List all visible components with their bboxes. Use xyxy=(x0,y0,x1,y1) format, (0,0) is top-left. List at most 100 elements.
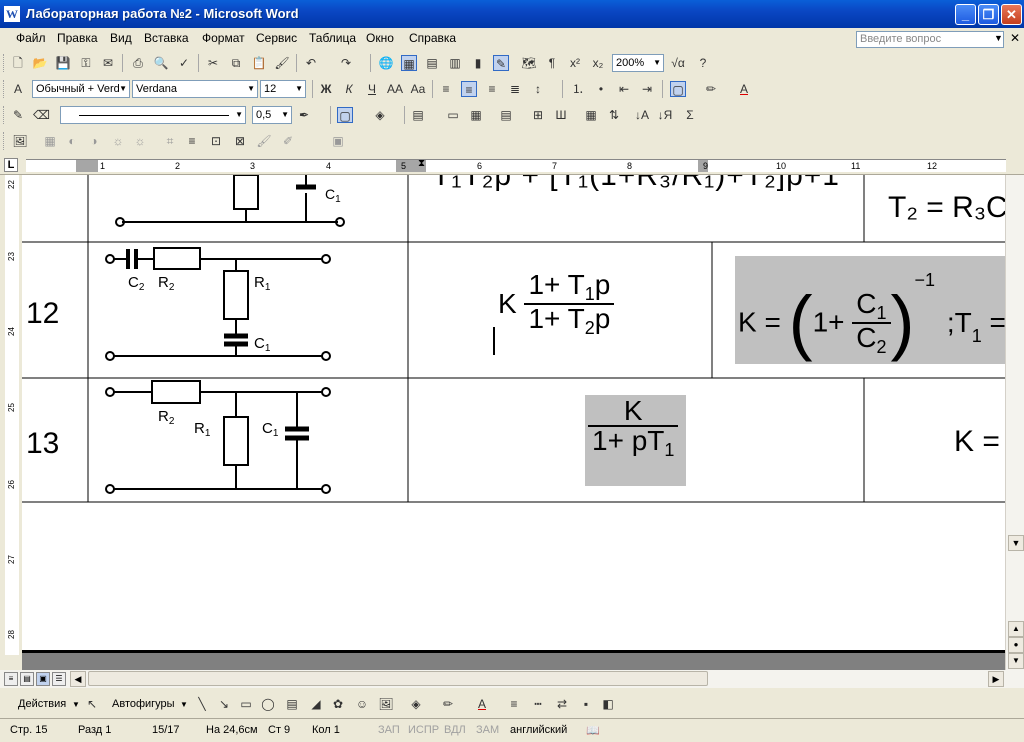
align-cell-icon[interactable]: ▤ xyxy=(498,107,514,123)
line-icon[interactable]: ╲ xyxy=(194,696,210,712)
autosum-icon[interactable]: Σ xyxy=(682,107,698,123)
print-preview-icon[interactable]: 🔍 xyxy=(153,55,169,71)
format-picture-icon[interactable]: 🖌 xyxy=(256,133,272,149)
superscript-icon[interactable]: x² xyxy=(567,55,583,71)
permission-icon[interactable]: ⚿ xyxy=(78,55,94,71)
paste-icon[interactable]: 📋 xyxy=(251,55,267,71)
close-document-icon[interactable]: ✕ xyxy=(1010,31,1020,45)
menu-file[interactable]: Файл xyxy=(16,31,46,45)
spelling-icon[interactable]: ✓ xyxy=(176,55,192,71)
dash-style-icon[interactable]: ┅ xyxy=(530,696,546,712)
next-page-icon[interactable]: ▼ xyxy=(1008,653,1024,669)
scroll-thumb[interactable] xyxy=(88,671,708,686)
print-layout-icon[interactable]: ▣ xyxy=(36,672,50,686)
line-style-icon[interactable]: ≡ xyxy=(184,133,200,149)
equation-icon[interactable]: √α xyxy=(670,55,686,71)
decrease-indent-icon[interactable]: ⇤ xyxy=(616,81,632,97)
toolbar-grip[interactable] xyxy=(3,80,6,98)
help-icon[interactable]: ? xyxy=(695,55,711,71)
crop-icon[interactable]: ⌗ xyxy=(162,133,178,149)
line-spacing-icon[interactable]: ↕ xyxy=(530,81,546,97)
table-autoformat-icon[interactable]: ▦ xyxy=(583,107,599,123)
print-icon[interactable]: ⎙ xyxy=(130,55,146,71)
eraser-icon[interactable]: ⌫ xyxy=(33,107,50,123)
highlight-icon[interactable]: ✏ xyxy=(703,81,719,97)
previous-page-icon[interactable]: ▲ xyxy=(1008,621,1024,637)
sort-ascending-icon[interactable]: ↓A xyxy=(634,107,650,123)
diagram-icon[interactable]: ✿ xyxy=(330,696,346,712)
drawing-icon[interactable]: ✎ xyxy=(493,55,509,71)
draw-table-icon[interactable]: ✎ xyxy=(10,107,26,123)
text-direction-icon[interactable]: ⇅ xyxy=(606,107,622,123)
chevron-down-icon[interactable]: ▼ xyxy=(180,700,188,709)
vertical-ruler[interactable]: 22 23 24 25 26 27 28 xyxy=(0,175,22,655)
italic-icon[interactable]: К xyxy=(341,81,357,97)
menu-format[interactable]: Формат xyxy=(202,31,245,45)
more-brightness-icon[interactable]: ☼ xyxy=(110,133,126,149)
menu-window[interactable]: Окно xyxy=(366,31,394,45)
document-page[interactable]: C1 T₁T₂p + [T₁(1+R₃/R₁)+T₂]p+1 T₂ = R₃C … xyxy=(22,175,1006,650)
normal-view-icon[interactable]: ≡ xyxy=(4,672,18,686)
undo-icon[interactable]: ↶ xyxy=(303,55,319,71)
toolbar-grip[interactable] xyxy=(3,54,6,72)
align-left-icon[interactable]: ≡ xyxy=(438,81,454,97)
spelling-status-icon[interactable]: 📖 xyxy=(586,724,600,737)
scroll-down-icon[interactable]: ▼ xyxy=(1008,535,1024,551)
justify-icon[interactable]: ≣ xyxy=(507,81,523,97)
reset-picture-icon[interactable]: ▣ xyxy=(330,133,346,149)
scroll-right-icon[interactable]: ▶ xyxy=(988,671,1004,687)
border-color-icon[interactable]: ✒ xyxy=(296,107,312,123)
bold-icon[interactable]: Ж xyxy=(318,81,334,97)
redo-icon[interactable]: ↷ xyxy=(338,55,354,71)
status-extend[interactable]: ВДЛ xyxy=(444,724,466,736)
outline-view-icon[interactable]: ☰ xyxy=(52,672,66,686)
arrow-icon[interactable]: ↘ xyxy=(216,696,232,712)
vertical-scrollbar[interactable]: ▼ ▲ ● ▼ xyxy=(1005,175,1024,670)
style-dropdown[interactable]: Обычный + Verd ▼ xyxy=(32,80,130,98)
menu-table[interactable]: Таблица xyxy=(309,31,356,45)
outside-border-icon[interactable]: ▢ xyxy=(337,107,353,123)
clipart-icon[interactable]: ☺ xyxy=(354,696,370,712)
horizontal-scrollbar[interactable]: ≡ ▤ ▣ ☰ ◀ ▶ xyxy=(0,670,1024,688)
font-size-dropdown[interactable]: 12 ▼ xyxy=(260,80,306,98)
bullets-icon[interactable]: • xyxy=(593,81,609,97)
maximize-button[interactable]: ❐ xyxy=(978,4,999,25)
parameters-12[interactable]: K = (1+ C1 C2 )−1 ;T1 = xyxy=(738,271,1006,359)
split-cells-icon[interactable]: ▦ xyxy=(468,107,484,123)
select-browse-object-icon[interactable]: ● xyxy=(1008,637,1024,653)
tab-selector[interactable]: L xyxy=(4,158,18,172)
shading-icon[interactable]: ◈ xyxy=(372,107,388,123)
menu-insert[interactable]: Вставка xyxy=(144,31,189,45)
ask-question-input[interactable]: Введите вопрос xyxy=(856,31,1004,48)
less-contrast-icon[interactable]: ◑ xyxy=(86,133,102,149)
toolbar-grip[interactable] xyxy=(3,106,6,124)
vruler-strip[interactable] xyxy=(5,175,19,655)
insert-table-icon[interactable]: ▤ xyxy=(424,55,440,71)
3d-icon[interactable]: ◧ xyxy=(600,696,616,712)
grow-font-icon[interactable]: AA xyxy=(387,81,403,97)
save-icon[interactable]: 💾 xyxy=(55,55,71,71)
autoshapes-menu[interactable]: Автофигуры xyxy=(112,698,175,710)
menu-help[interactable]: Справка xyxy=(409,31,456,45)
row1-param-partial[interactable]: T₂ = R₃C xyxy=(888,193,1006,223)
distribute-columns-icon[interactable]: Ш xyxy=(553,107,569,123)
compress-icon[interactable]: ⊡ xyxy=(208,133,224,149)
shrink-font-icon[interactable]: Aa xyxy=(410,81,426,97)
increase-indent-icon[interactable]: ⇥ xyxy=(639,81,655,97)
text-wrapping-icon[interactable]: ⊠ xyxy=(232,133,248,149)
new-document-icon[interactable]: 🗋 xyxy=(10,55,26,71)
show-formatting-icon[interactable]: ¶ xyxy=(544,55,560,71)
status-record[interactable]: ЗАП xyxy=(378,724,400,736)
line-color-icon[interactable]: ✏ xyxy=(440,696,456,712)
email-icon[interactable]: ✉ xyxy=(100,55,116,71)
indent-marker-icon[interactable]: ⧗ xyxy=(418,158,425,169)
rectangle-icon[interactable]: ▭ xyxy=(238,696,254,712)
more-contrast-icon[interactable]: ◐ xyxy=(64,133,80,149)
font-dropdown[interactable]: Verdana ▼ xyxy=(132,80,258,98)
border-icon[interactable]: ▢ xyxy=(670,81,686,97)
document-map-icon[interactable]: 🗺 xyxy=(521,55,537,71)
row1-formula-partial[interactable]: T₁T₂p + [T₁(1+R₃/R₁)+T₂]p+1 xyxy=(432,175,840,191)
columns-icon[interactable]: ▮ xyxy=(470,55,486,71)
status-track-changes[interactable]: ИСПР xyxy=(408,724,439,736)
open-icon[interactable]: 📂 xyxy=(32,55,48,71)
